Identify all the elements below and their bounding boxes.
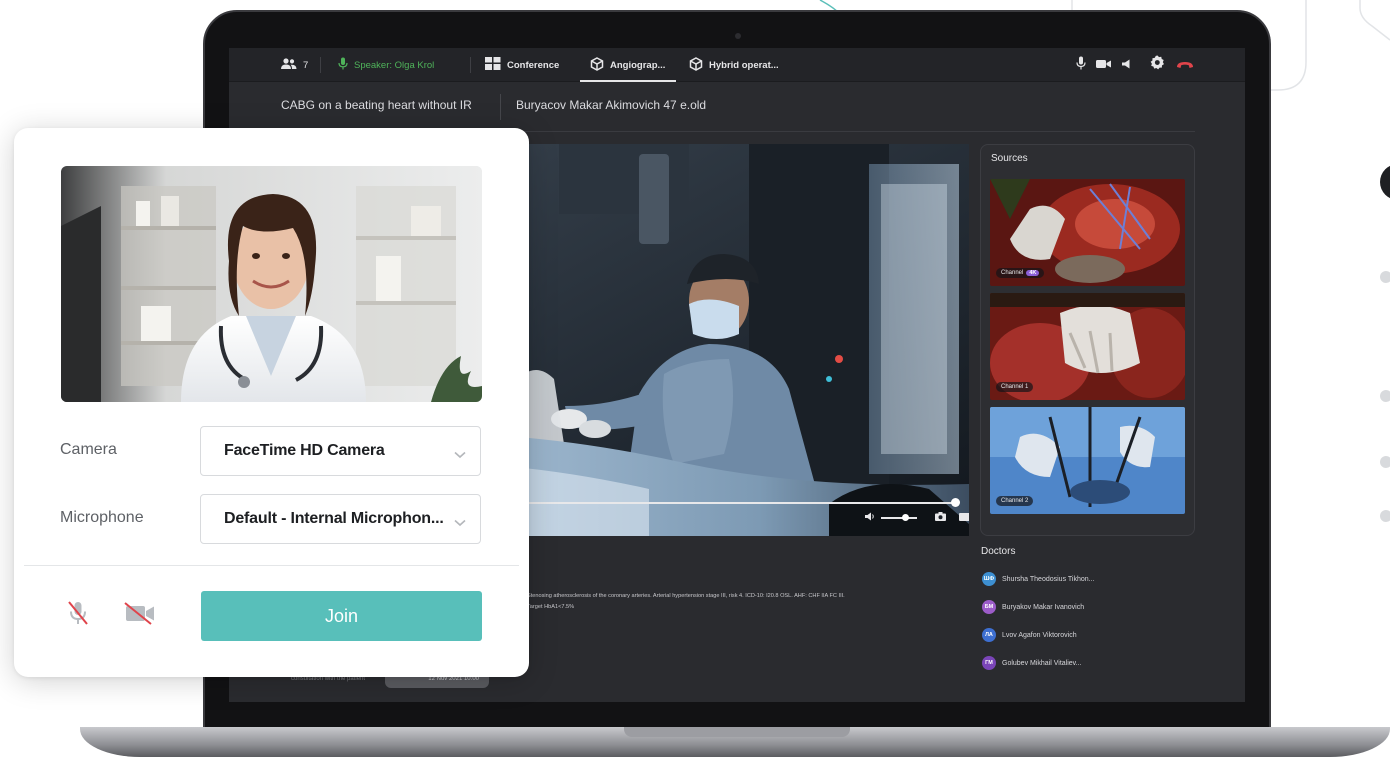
tab-label: Hybrid operat... bbox=[709, 59, 779, 71]
camera-icon bbox=[1095, 56, 1111, 74]
avatar: ШФ bbox=[982, 572, 996, 586]
hangup-button[interactable] bbox=[1175, 58, 1195, 72]
screen-button[interactable] bbox=[959, 510, 969, 524]
volume-button[interactable] bbox=[865, 510, 875, 524]
tab-label: Angiograp... bbox=[610, 59, 666, 71]
doctor-item[interactable]: ЛА Lvov Agafon Viktorovich bbox=[982, 628, 1077, 642]
microphone-icon bbox=[338, 57, 348, 73]
source-label: Channel 1 bbox=[996, 382, 1034, 392]
volume-knob[interactable] bbox=[902, 514, 909, 521]
sources-panel: Sources Channel 4K Channel 1 Channel 2 bbox=[980, 144, 1195, 536]
camera-button[interactable] bbox=[1095, 58, 1111, 72]
snapshot-button[interactable] bbox=[935, 510, 946, 524]
source-thumbnail[interactable]: Channel 1 bbox=[990, 293, 1185, 400]
volume-icon bbox=[865, 508, 875, 526]
avatar: ЛА bbox=[982, 628, 996, 642]
camera-off-icon bbox=[123, 601, 157, 630]
participants-icon bbox=[281, 57, 297, 73]
tab-hybrid-operating[interactable]: Hybrid operat... bbox=[689, 48, 779, 82]
participants-button[interactable]: 7 bbox=[281, 48, 308, 82]
join-dialog: Camera FaceTime HD Camera Microphone Def… bbox=[14, 128, 529, 677]
source-name: Channel bbox=[1001, 270, 1024, 276]
divider bbox=[470, 57, 471, 73]
sources-title: Sources bbox=[991, 153, 1028, 164]
divider bbox=[500, 94, 501, 120]
doctor-item[interactable]: ГМ Golubev Mikhail Vitaliev... bbox=[982, 656, 1082, 670]
participants-count: 7 bbox=[303, 59, 309, 71]
microphone-select[interactable]: Default - Internal Microphon... bbox=[200, 494, 481, 544]
chevron-down-icon bbox=[454, 446, 466, 464]
tab-angiography[interactable]: Angiograp... bbox=[590, 48, 665, 82]
divider bbox=[24, 565, 519, 566]
microphone-icon bbox=[1076, 56, 1086, 75]
procedure-header: CABG on a beating heart without IR Burya… bbox=[229, 82, 1245, 132]
speaker-button[interactable] bbox=[1121, 58, 1133, 72]
doctor-name: Shursha Theodosius Tikhon... bbox=[1002, 575, 1095, 583]
settings-button[interactable] bbox=[1149, 55, 1165, 75]
join-button[interactable]: Join bbox=[201, 591, 482, 641]
doctor-name: Lvov Agafon Viktorovich bbox=[1002, 631, 1077, 639]
cube-icon bbox=[590, 56, 604, 74]
mic-toggle-button[interactable] bbox=[63, 600, 93, 630]
microphone-off-icon bbox=[67, 600, 89, 631]
snapshot-icon bbox=[935, 508, 946, 526]
source-label: Channel 4K bbox=[996, 268, 1045, 278]
speaker-label: Speaker: Olga Krol bbox=[354, 59, 435, 71]
diagnosis-line: Stenosing atherosclerosis of the coronar… bbox=[527, 593, 845, 599]
diagnosis-line: Target HbA1<7.5% bbox=[527, 604, 575, 610]
current-speaker: Speaker: Olga Krol bbox=[338, 48, 434, 82]
source-name: Channel 2 bbox=[1001, 498, 1029, 504]
settings-icon bbox=[1150, 55, 1165, 75]
avatar: ГМ bbox=[982, 656, 996, 670]
camera-toggle-button[interactable] bbox=[122, 600, 158, 630]
chevron-down-icon bbox=[454, 514, 466, 532]
speaker-icon bbox=[1122, 56, 1132, 74]
doctor-item[interactable]: ШФ Shursha Theodosius Tikhon... bbox=[982, 572, 1094, 586]
source-thumbnail[interactable]: Channel 4K bbox=[990, 179, 1185, 286]
divider bbox=[320, 57, 321, 73]
source-label: Channel 2 bbox=[996, 496, 1034, 506]
doctor-item[interactable]: БМ Buryakov Makar Ivanovich bbox=[982, 600, 1084, 614]
doctor-preview-image bbox=[61, 166, 482, 402]
source-thumbnail[interactable]: Channel 2 bbox=[990, 407, 1185, 514]
avatar: БМ bbox=[982, 600, 996, 614]
stage: 7 Speaker: Olga Krol Conference Angiogra… bbox=[0, 0, 1390, 757]
top-bar: 7 Speaker: Olga Krol Conference Angiogra… bbox=[229, 48, 1245, 82]
hangup-icon bbox=[1176, 56, 1194, 74]
microphone-select-value: Default - Internal Microphon... bbox=[224, 510, 444, 527]
diagnosis-text: Stenosing atherosclerosis of the coronar… bbox=[527, 591, 947, 613]
tab-label: Conference bbox=[507, 59, 560, 71]
camera-select[interactable]: FaceTime HD Camera bbox=[200, 426, 481, 476]
source-name: Channel 1 bbox=[1001, 384, 1029, 390]
screen-icon bbox=[959, 508, 969, 526]
patient-info: Buryacov Makar Akimovich 47 e.old bbox=[516, 98, 707, 112]
quality-badge: 4K bbox=[1026, 270, 1040, 276]
doctor-name: Buryakov Makar Ivanovich bbox=[1002, 603, 1085, 611]
camera-select-value: FaceTime HD Camera bbox=[224, 442, 385, 459]
laptop-notch bbox=[624, 727, 850, 737]
procedure-title: CABG on a beating heart without IR bbox=[281, 98, 472, 112]
doctors-title: Doctors bbox=[981, 546, 1016, 557]
microphone-button[interactable] bbox=[1075, 56, 1087, 75]
microphone-label: Microphone bbox=[60, 509, 144, 526]
laptop-camera bbox=[735, 33, 741, 39]
volume-slider[interactable] bbox=[881, 517, 917, 519]
grid-icon bbox=[485, 57, 501, 73]
camera-label: Camera bbox=[60, 441, 117, 458]
playback-knob[interactable] bbox=[951, 498, 960, 507]
tab-conference[interactable]: Conference bbox=[485, 48, 559, 82]
cube-icon bbox=[689, 56, 703, 74]
doctor-name: Golubev Mikhail Vitaliev... bbox=[1002, 659, 1082, 667]
camera-preview bbox=[61, 166, 482, 402]
